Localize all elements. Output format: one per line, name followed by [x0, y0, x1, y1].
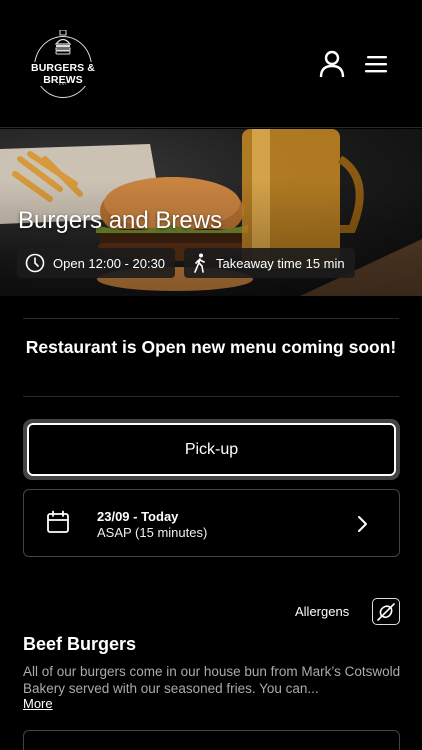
takeaway-time-text: Takeaway time 15 min — [216, 255, 345, 271]
order-time-selector[interactable]: 23/09 - Today ASAP (15 minutes) — [23, 489, 400, 557]
divider — [23, 396, 399, 397]
allergens-label: Allergens — [295, 604, 350, 619]
allergens-filter-button[interactable] — [372, 598, 400, 625]
logo-tagline: EST — [58, 81, 68, 86]
app-header: BURGERS & BREWS EST — [0, 0, 422, 128]
burger-logo-icon — [54, 30, 72, 55]
pickup-option-button[interactable]: Pick-up — [23, 419, 400, 480]
category-title: Beef Burgers — [23, 634, 137, 654]
hero-banner: Burgers and Brews Open 12:00 - 20:30 Tak… — [0, 129, 422, 296]
takeaway-time-badge: Takeaway time 15 min — [184, 248, 355, 278]
more-link[interactable]: More — [23, 696, 53, 711]
hamburger-menu-icon — [365, 56, 387, 73]
order-time: ASAP (15 minutes) — [97, 525, 208, 540]
user-icon — [319, 50, 345, 78]
opening-hours-text: Open 12:00 - 20:30 — [53, 255, 166, 271]
calendar-icon — [47, 510, 69, 533]
restaurant-notice: Restaurant is Open new menu coming soon! — [25, 337, 397, 357]
brand-logo[interactable]: BURGERS & BREWS EST — [22, 30, 104, 102]
category-description: All of our burgers come in our house bun… — [23, 664, 401, 696]
chevron-right-icon — [358, 516, 367, 532]
account-button[interactable] — [317, 48, 347, 80]
divider — [23, 318, 399, 319]
order-date: 23/09 - Today — [97, 509, 179, 524]
opening-hours-badge: Open 12:00 - 20:30 — [17, 248, 176, 278]
menu-button[interactable] — [362, 48, 392, 80]
walking-icon — [194, 253, 205, 273]
clock-icon — [25, 253, 45, 273]
allergen-filter-icon — [377, 602, 395, 621]
restaurant-name: Burgers and Brews — [18, 207, 223, 234]
pickup-label: Pick-up — [27, 423, 396, 476]
menu-item-card[interactable] — [23, 730, 400, 750]
